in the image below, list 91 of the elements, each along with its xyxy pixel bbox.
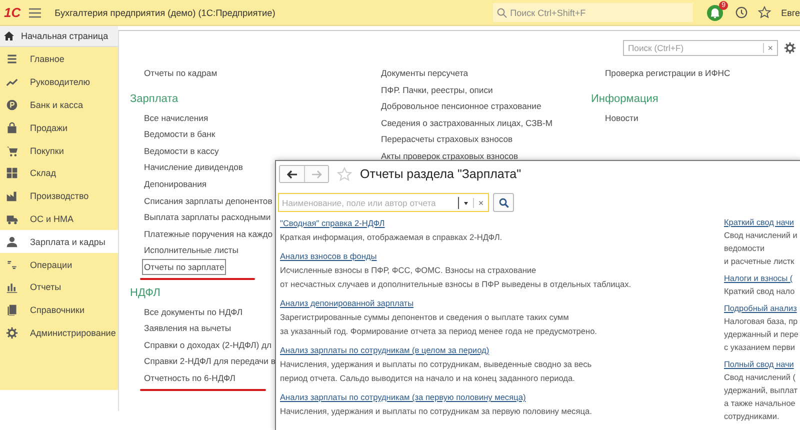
report-link[interactable]: Анализ взносов в фонды (280, 249, 377, 263)
gear-icon (6, 326, 18, 339)
search-icon (497, 8, 508, 18)
factory-icon (6, 190, 18, 202)
menu-link[interactable]: Справки о доходах (2-НДФЛ) дл (142, 336, 274, 353)
menu-link[interactable]: Списания зарплаты депонентов (142, 192, 274, 209)
menu-link[interactable]: Заявления на вычеты (142, 320, 234, 336)
clear-button[interactable]: × (762, 43, 773, 53)
menu-link[interactable]: Добровольное пенсионное страхование (379, 98, 544, 114)
ledger-icon (6, 258, 18, 271)
sidebar-item[interactable]: Главное (0, 48, 118, 71)
books-icon (6, 304, 18, 316)
person-icon (6, 236, 18, 248)
menu-link[interactable]: Все начисления (142, 110, 210, 126)
left-arrow-icon (286, 170, 298, 178)
app-logo: 1С (4, 5, 21, 20)
search-button[interactable] (493, 193, 514, 212)
menu-link[interactable]: Депонирования (142, 176, 209, 192)
section-heading: Информация (591, 92, 658, 107)
report-description: Начисления, удержания и выплаты по сотрудникам за первую половину месяца. (280, 405, 593, 418)
menu-link[interactable]: Проверка регистрации в ИФНС (603, 65, 732, 81)
settings-icon[interactable] (784, 42, 796, 54)
home-icon (4, 31, 14, 41)
report-link[interactable]: Краткий свод начи (724, 216, 794, 229)
home-tab[interactable]: Начальная страница (0, 26, 118, 47)
menu-link[interactable]: Сведения о застрахованных лицах, СЗВ-М (379, 114, 555, 131)
menu-icon[interactable] (28, 8, 41, 18)
clear-button[interactable]: × (473, 198, 488, 208)
report-description: Свод начислений ( удержаний, выплат а также начальное сотрудниками. (724, 372, 798, 423)
menu-link[interactable]: Документы персучета (379, 65, 470, 81)
report-description: Краткая информация, отображаемая в справках 2-НДФЛ. (280, 231, 504, 244)
sidebar-item[interactable]: Операции (0, 253, 118, 276)
menu-link[interactable]: Платежные поручения на каждо (142, 226, 275, 242)
menu-link[interactable]: Начисление дивидендов (142, 159, 245, 176)
sidebar-item[interactable]: Продажи (0, 116, 118, 140)
report-link[interactable]: "Сводная" справка 2-НДФЛ (280, 216, 385, 230)
right-arrow-icon (311, 170, 322, 178)
cart-icon (6, 144, 18, 157)
sidebar-item[interactable]: Руководителю (0, 70, 118, 94)
star-icon[interactable] (758, 6, 772, 19)
search-icon (498, 198, 508, 208)
section-heading: НДФЛ (130, 286, 160, 301)
sidebar-item[interactable]: Справочники (0, 298, 118, 322)
menu-link[interactable]: Новости (603, 110, 640, 126)
menu-link[interactable]: Отчетность по 6-НДФЛ (142, 370, 238, 386)
report-description: Исчисленные взносы в ПФР, ФСС, ФОМС. Взносы на страхование от несчастных случаев и дополнительные взносы в ПФР выведены в отдельных таблицах. (280, 264, 632, 291)
report-description: Краткий свод нало (724, 286, 796, 298)
menu-link[interactable]: Отчеты по кадрам (142, 65, 220, 81)
user-name[interactable]: Евге (781, 8, 800, 18)
report-link[interactable]: Анализ зарплаты по сотрудникам (в целом за период) (280, 343, 490, 357)
menu-link[interactable]: Выплата зарплаты расходными (142, 209, 273, 226)
report-link[interactable]: Полный свод начи (724, 358, 794, 371)
truck-icon (6, 212, 18, 225)
menu-link[interactable]: ПФР. Пачки, реестры, описи (379, 82, 495, 98)
menu-link[interactable]: Ведомости в кассу (142, 142, 221, 159)
bell-icon[interactable] (707, 4, 724, 20)
report-link[interactable]: Подробный анализ (724, 302, 797, 315)
menu-link[interactable]: Исполнительные листы (142, 242, 240, 258)
search-field[interactable]: Наименование, поле или автор отчета × (278, 193, 489, 212)
report-description: Налоговая база, пр удержанный и пере с указанием перви (724, 316, 798, 354)
trend-line-icon (6, 76, 18, 88)
sidebar-item[interactable]: Администрирование (0, 322, 118, 344)
report-link[interactable]: Анализ депонированной зарплаты (280, 296, 414, 310)
search-field[interactable]: Поиск (Ctrl+F) × (623, 40, 778, 56)
sidebar-item[interactable]: Склад (0, 162, 118, 185)
sidebar-item[interactable]: Покупки (0, 139, 118, 162)
sidebar-item[interactable]: Банк и касса (0, 94, 118, 116)
sidebar-item[interactable]: Производство (0, 184, 118, 208)
report-description: Начисления, удержания и выплаты по сотрудникам, выведенные сводно за весь период отчета. Сальдо выводится на начало и на конец заданного периода. (280, 358, 593, 385)
section-heading: Зарплата (130, 92, 178, 107)
grid-icon (6, 167, 18, 180)
bar-chart-icon (6, 281, 18, 294)
menu-link[interactable]: Все документы по НДФЛ (142, 304, 245, 320)
window-title: Отчеты раздела "Зарплата" (360, 167, 522, 181)
menu-link[interactable]: Акты проверок страховых взносов (379, 148, 520, 164)
menu-link[interactable]: Перерасчеты страховых взносов (379, 131, 515, 148)
menu-link[interactable]: Справки 2-НДФЛ для передачи в (142, 353, 278, 370)
menu-lines-icon (6, 53, 18, 66)
history-icon[interactable] (735, 6, 748, 19)
sidebar-item[interactable]: ОС и НМА (0, 208, 118, 230)
bag-icon (6, 122, 18, 134)
menu-link[interactable]: Ведомости в банк (142, 126, 218, 142)
coin-icon (6, 98, 18, 111)
sidebar-item[interactable]: Зарплата и кадры (0, 230, 118, 254)
window-title: Бухгалтерия предприятия (демо) (1С:Предприятие) (54, 8, 276, 18)
report-link[interactable]: Анализ зарплаты по сотрудникам (за первую половину месяца) (280, 390, 526, 404)
sidebar-item[interactable]: Отчеты (0, 276, 118, 299)
back-button[interactable] (280, 166, 304, 182)
report-link[interactable]: Налоги и взносы ( (724, 272, 793, 285)
report-description: Свод начислений и ведомости и расчетные листк (724, 230, 798, 268)
report-description: Зарегистрированные суммы депонентов и сведения о выплате таких сумм за указанный год. Формирование отчета за период менее года не предусмотрено. (280, 311, 598, 338)
